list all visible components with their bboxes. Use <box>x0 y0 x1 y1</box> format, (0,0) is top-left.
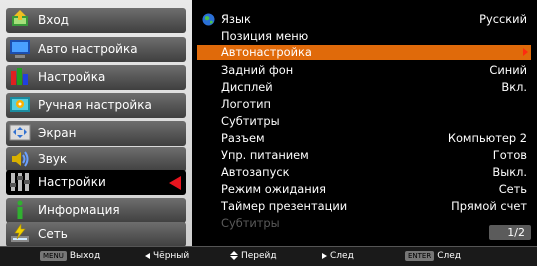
setting-value: Синий <box>489 63 527 77</box>
setting-row-auto-setup[interactable]: Автонастройка <box>197 45 531 60</box>
setting-row-background[interactable]: Задний фон Синий <box>197 63 531 78</box>
setting-row-language[interactable]: Язык Русский <box>197 12 531 27</box>
setting-label: Язык <box>221 12 251 26</box>
selection-arrow-icon <box>169 176 181 190</box>
setting-row-display[interactable]: Дисплей Вкл. <box>197 80 531 95</box>
setting-row-auto-start[interactable]: Автозапуск Выкл. <box>197 165 531 180</box>
manual-setup-icon <box>9 95 31 115</box>
setting-label: Режим ожидания <box>221 182 326 196</box>
menu-item-adjust[interactable]: Настройка <box>6 65 186 90</box>
menu-key-icon: MENU <box>40 250 67 261</box>
setting-row-standby-mode[interactable]: Режим ожидания Сеть <box>197 182 531 197</box>
setting-row-subtitles-disabled: Субтитры <box>197 216 531 231</box>
setting-value: Сеть <box>498 182 527 196</box>
menu-item-label: Настройки <box>38 175 106 189</box>
hint-move-label: Перейд <box>241 251 277 261</box>
submenu-arrow-icon <box>523 48 528 56</box>
menu-item-label: Авто настройка <box>38 42 138 56</box>
setting-row-subtitles[interactable]: Субтитры <box>197 114 531 129</box>
hint-next-label: След <box>330 251 354 261</box>
hint-back-label: Чёрный <box>153 251 190 261</box>
setting-label: Упр. питанием <box>221 148 309 162</box>
setting-label: Автонастройка <box>221 45 312 59</box>
setting-label: Задний фон <box>221 63 294 77</box>
enter-key-icon: ENTER <box>405 250 435 261</box>
hint-exit: MENU Выход <box>40 247 100 266</box>
page-indicator: 1/2 <box>489 225 531 240</box>
hint-move: Перейд <box>230 247 277 266</box>
setting-value: Компьютер 2 <box>447 131 527 145</box>
setting-label: Таймер презентации <box>221 199 348 213</box>
menu-item-settings[interactable]: Настройки <box>6 170 186 195</box>
setting-row-logo[interactable]: Логотип <box>197 97 531 112</box>
menu-item-input[interactable]: Вход <box>6 8 186 33</box>
setting-row-terminal[interactable]: Разъем Компьютер 2 <box>197 131 531 146</box>
hint-next: След <box>322 247 354 266</box>
setting-value: Русский <box>479 12 527 26</box>
menu-item-label: Сеть <box>38 227 68 241</box>
screen-icon <box>9 123 31 143</box>
setting-value: Готов <box>492 148 527 162</box>
setting-label: Разъем <box>221 131 265 145</box>
setting-row-presentation-timer[interactable]: Таймер презентации Прямой счет <box>197 199 531 214</box>
setting-label: Позиция меню <box>221 29 309 43</box>
setting-label: Автозапуск <box>221 165 290 179</box>
settings-panel: Язык Русский Позиция меню Автонастройка … <box>192 0 537 246</box>
auto-setup-icon <box>9 39 31 59</box>
left-arrow-icon <box>145 252 150 259</box>
hint-back: Чёрный <box>145 247 189 266</box>
setting-label: Дисплей <box>221 80 273 94</box>
input-icon <box>9 10 31 30</box>
menu-item-auto-setup[interactable]: Авто настройка <box>6 37 186 62</box>
menu-item-network[interactable]: Сеть <box>6 222 186 247</box>
settings-icon <box>9 172 31 192</box>
up-down-arrow-icon <box>230 251 238 260</box>
menu-item-label: Ручная настройка <box>38 98 152 112</box>
sound-icon <box>9 149 31 169</box>
right-arrow-icon <box>322 252 327 259</box>
menu-item-sound[interactable]: Звук <box>6 147 186 172</box>
hint-enter: ENTER След <box>405 247 461 266</box>
info-icon <box>9 200 31 220</box>
hint-bar: MENU Выход Чёрный Перейд След ENTER След <box>0 246 537 266</box>
menu-item-info[interactable]: Информация <box>6 198 186 223</box>
menu-item-screen[interactable]: Экран <box>6 121 186 146</box>
setting-value: Прямой счет <box>451 199 527 213</box>
globe-icon <box>202 13 215 26</box>
menu-item-label: Информация <box>38 203 120 217</box>
menu-item-label: Экран <box>38 126 77 140</box>
menu-item-label: Настройка <box>38 70 106 84</box>
adjust-icon <box>9 67 31 87</box>
setting-value: Выкл. <box>492 165 527 179</box>
setting-label: Логотип <box>221 97 271 111</box>
hint-enter-label: След <box>437 251 462 261</box>
menu-item-label: Вход <box>38 13 69 27</box>
setting-label: Субтитры <box>221 216 280 230</box>
setting-label: Субтитры <box>221 114 280 128</box>
setting-value: Вкл. <box>501 80 527 94</box>
menu-item-manual-setup[interactable]: Ручная настройка <box>6 93 186 118</box>
hint-exit-label: Выход <box>69 251 101 261</box>
main-menu: Вход Авто настройка Настройка Ручная нас… <box>0 0 192 247</box>
setting-row-menu-position[interactable]: Позиция меню <box>197 29 531 44</box>
menu-item-label: Звук <box>38 152 68 166</box>
network-icon <box>9 224 31 244</box>
setting-row-power-management[interactable]: Упр. питанием Готов <box>197 148 531 163</box>
